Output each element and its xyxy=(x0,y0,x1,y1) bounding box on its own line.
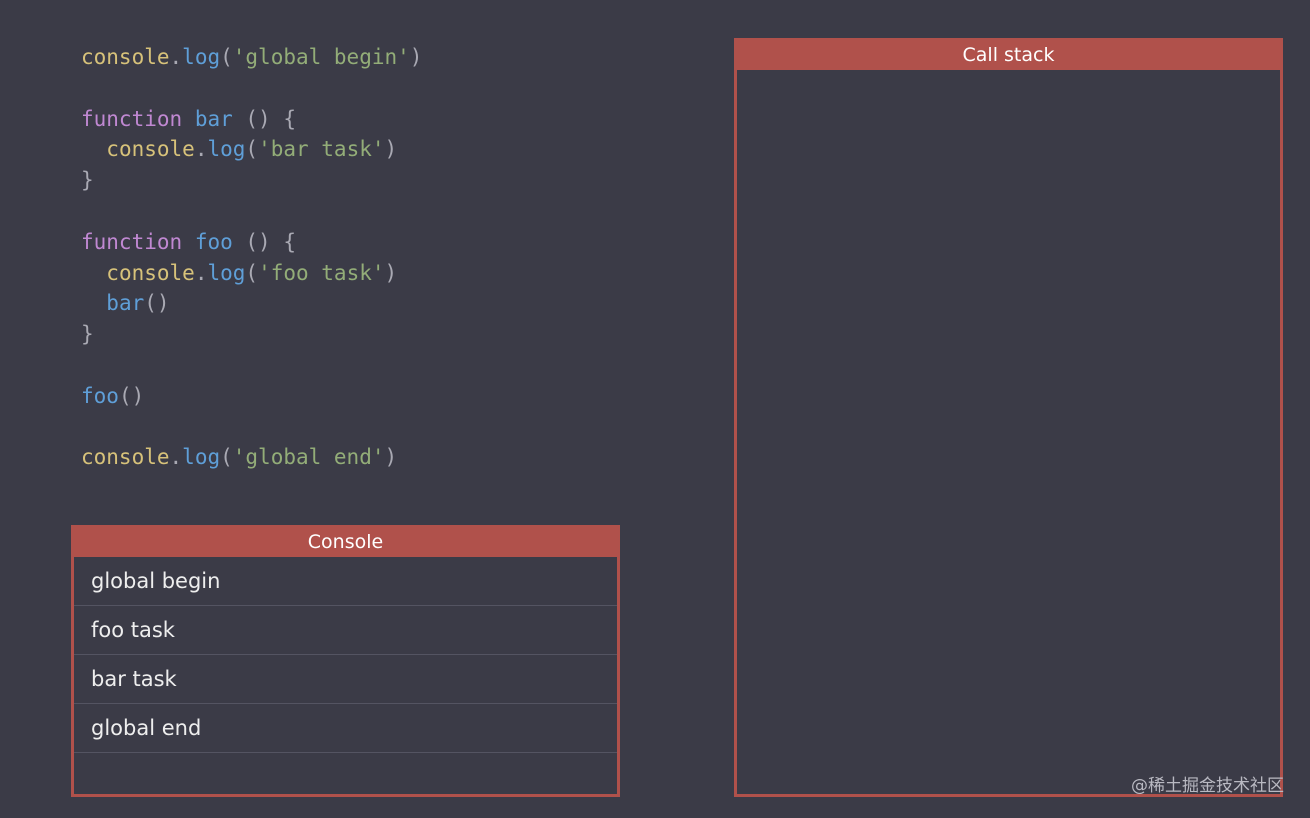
code-line: function foo () { xyxy=(81,227,422,258)
code-token: () xyxy=(144,291,170,316)
code-token: function xyxy=(81,229,183,254)
code-token: 'global end' xyxy=(232,445,385,470)
code-token: console xyxy=(106,137,195,162)
code-token: . xyxy=(194,137,208,162)
code-token: foo xyxy=(81,383,119,408)
code-line: foo() xyxy=(81,381,422,412)
code-token: () { xyxy=(232,229,296,254)
code-token: } xyxy=(81,168,94,193)
code-line: console.log('global end') xyxy=(81,442,422,473)
code-token: ) xyxy=(384,260,398,285)
code-token: log xyxy=(182,445,221,470)
console-line: foo task xyxy=(74,606,617,655)
console-output: global begin foo task bar task global en… xyxy=(74,557,617,753)
code-token: } xyxy=(81,322,94,347)
code-line: console.log('global begin') xyxy=(81,42,422,73)
code-token: log xyxy=(207,137,246,162)
code-token: 'foo task' xyxy=(258,260,385,285)
call-stack-title: Call stack xyxy=(737,41,1280,70)
code-line: } xyxy=(81,165,422,196)
code-token: 'global begin' xyxy=(232,45,410,69)
console-line: bar task xyxy=(74,655,617,704)
code-token: ( xyxy=(220,445,233,470)
code-token: ) xyxy=(384,137,398,162)
console-line: global begin xyxy=(74,557,617,606)
code-token: ( xyxy=(245,137,259,162)
code-token: log xyxy=(207,260,246,285)
code-token: function xyxy=(81,106,183,131)
code-line: console.log('foo task') xyxy=(81,258,422,289)
code-line: } xyxy=(81,319,422,350)
code-token: ) xyxy=(409,45,423,69)
code-token: console xyxy=(81,445,170,470)
code-token: . xyxy=(194,260,208,285)
console-panel: Console global begin foo task bar task g… xyxy=(71,525,620,797)
code-token: foo xyxy=(194,229,233,254)
code-token: . xyxy=(169,445,183,470)
code-token: console xyxy=(81,45,170,69)
code-token: ) xyxy=(384,445,398,470)
code-token: . xyxy=(169,45,183,69)
console-title: Console xyxy=(74,528,617,557)
code-token: console xyxy=(106,260,195,285)
code-line: bar() xyxy=(81,288,422,319)
code-token: 'bar task' xyxy=(258,137,385,162)
code-token: () xyxy=(118,383,145,408)
code-token: bar xyxy=(194,106,233,131)
code-token: log xyxy=(182,45,221,69)
code-token: bar xyxy=(106,291,145,316)
code-token: () { xyxy=(232,106,296,131)
code-line: console.log('bar task') xyxy=(81,134,422,165)
code-token: ( xyxy=(220,45,233,69)
call-stack-panel: Call stack xyxy=(734,38,1283,797)
code-block: console.log('global begin') function bar … xyxy=(81,42,422,473)
console-line: global end xyxy=(74,704,617,753)
code-line: function bar () { xyxy=(81,104,422,135)
code-token: ( xyxy=(245,260,259,285)
watermark: @稀土掘金技术社区 xyxy=(1131,776,1284,796)
